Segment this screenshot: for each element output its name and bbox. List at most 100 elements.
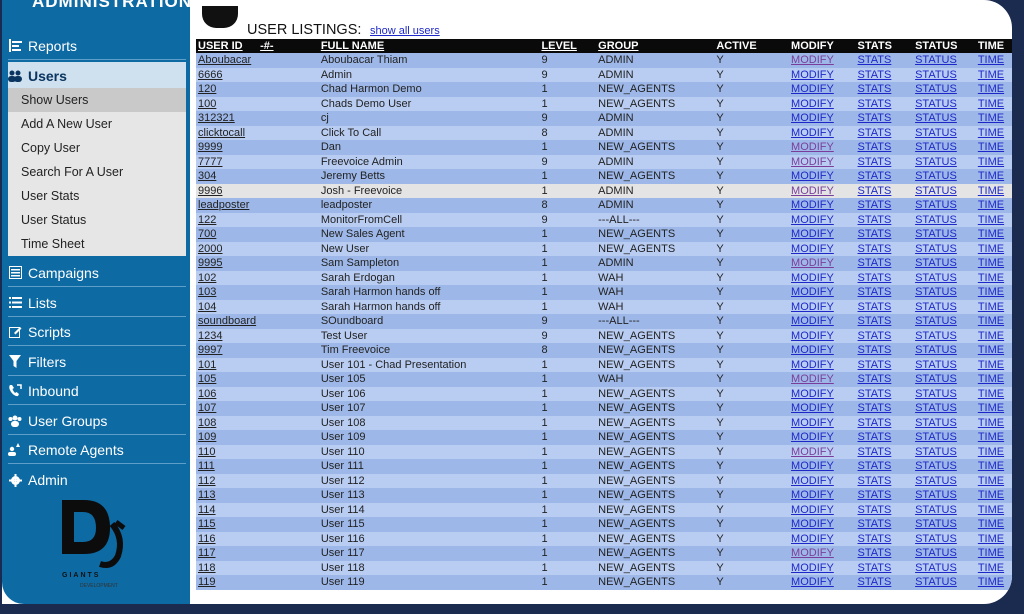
status-link[interactable]: STATUS xyxy=(915,170,957,182)
time-link[interactable]: TIME xyxy=(978,330,1004,342)
user-id-link[interactable]: soundboard xyxy=(198,315,256,327)
status-link[interactable]: STATUS xyxy=(915,533,957,545)
time-link[interactable]: TIME xyxy=(978,286,1004,298)
user-id-link[interactable]: 112 xyxy=(198,475,216,487)
modify-link[interactable]: MODIFY xyxy=(791,112,834,124)
status-link[interactable]: STATUS xyxy=(915,547,957,559)
stats-link[interactable]: STATS xyxy=(858,431,892,443)
col-group[interactable]: GROUP xyxy=(596,39,715,53)
submenu-copy-user[interactable]: Copy User xyxy=(8,136,186,160)
time-link[interactable]: TIME xyxy=(978,199,1004,211)
stats-link[interactable]: STATS xyxy=(858,446,892,458)
user-id-link[interactable]: Aboubacar xyxy=(198,54,251,66)
modify-link[interactable]: MODIFY xyxy=(791,504,834,516)
sidebar-item-inbound[interactable]: Inbound xyxy=(8,377,186,405)
time-link[interactable]: TIME xyxy=(978,373,1004,385)
sidebar-item-scripts[interactable]: Scripts xyxy=(8,318,186,346)
time-link[interactable]: TIME xyxy=(978,446,1004,458)
user-id-link[interactable]: 117 xyxy=(198,547,216,559)
modify-link[interactable]: MODIFY xyxy=(791,562,834,574)
submenu-search-user[interactable]: Search For A User xyxy=(8,160,186,184)
modify-link[interactable]: MODIFY xyxy=(791,301,834,313)
time-link[interactable]: TIME xyxy=(978,228,1004,240)
user-id-link[interactable]: leadposter xyxy=(198,199,249,211)
status-link[interactable]: STATUS xyxy=(915,460,957,472)
status-link[interactable]: STATUS xyxy=(915,373,957,385)
stats-link[interactable]: STATS xyxy=(858,315,892,327)
sidebar-item-filters[interactable]: Filters xyxy=(8,348,186,376)
stats-link[interactable]: STATS xyxy=(858,83,892,95)
time-link[interactable]: TIME xyxy=(978,417,1004,429)
status-link[interactable]: STATUS xyxy=(915,489,957,501)
time-link[interactable]: TIME xyxy=(978,272,1004,284)
user-id-link[interactable]: 9999 xyxy=(198,141,222,153)
time-link[interactable]: TIME xyxy=(978,489,1004,501)
stats-link[interactable]: STATS xyxy=(858,54,892,66)
stats-link[interactable]: STATS xyxy=(858,460,892,472)
time-link[interactable]: TIME xyxy=(978,185,1004,197)
modify-link[interactable]: MODIFY xyxy=(791,257,834,269)
stats-link[interactable]: STATS xyxy=(858,504,892,516)
user-id-link[interactable]: 107 xyxy=(198,402,216,414)
status-link[interactable]: STATUS xyxy=(915,156,957,168)
time-link[interactable]: TIME xyxy=(978,214,1004,226)
modify-link[interactable]: MODIFY xyxy=(791,431,834,443)
user-id-link[interactable]: 108 xyxy=(198,417,216,429)
user-id-link[interactable]: 114 xyxy=(198,504,216,516)
col-user-id[interactable]: USER ID xyxy=(196,39,259,53)
time-link[interactable]: TIME xyxy=(978,475,1004,487)
status-link[interactable]: STATUS xyxy=(915,185,957,197)
sidebar-item-remote-agents[interactable]: Remote Agents xyxy=(8,436,186,464)
modify-link[interactable]: MODIFY xyxy=(791,54,834,66)
user-id-link[interactable]: 2000 xyxy=(198,243,222,255)
modify-link[interactable]: MODIFY xyxy=(791,272,834,284)
stats-link[interactable]: STATS xyxy=(858,402,892,414)
modify-link[interactable]: MODIFY xyxy=(791,243,834,255)
user-id-link[interactable]: 100 xyxy=(198,98,216,110)
modify-link[interactable]: MODIFY xyxy=(791,359,834,371)
submenu-add-user[interactable]: Add A New User xyxy=(8,112,186,136)
user-id-link[interactable]: 110 xyxy=(198,446,216,458)
time-link[interactable]: TIME xyxy=(978,83,1004,95)
user-id-link[interactable]: 120 xyxy=(198,83,216,95)
time-link[interactable]: TIME xyxy=(978,54,1004,66)
modify-link[interactable]: MODIFY xyxy=(791,330,834,342)
stats-link[interactable]: STATS xyxy=(858,243,892,255)
time-link[interactable]: TIME xyxy=(978,170,1004,182)
modify-link[interactable]: MODIFY xyxy=(791,446,834,458)
time-link[interactable]: TIME xyxy=(978,69,1004,81)
user-id-link[interactable]: 105 xyxy=(198,373,216,385)
col-number[interactable]: -#- xyxy=(258,39,319,53)
status-link[interactable]: STATUS xyxy=(915,199,957,211)
modify-link[interactable]: MODIFY xyxy=(791,518,834,530)
user-id-link[interactable]: 104 xyxy=(198,301,216,313)
modify-link[interactable]: MODIFY xyxy=(791,417,834,429)
status-link[interactable]: STATUS xyxy=(915,475,957,487)
stats-link[interactable]: STATS xyxy=(858,112,892,124)
user-id-link[interactable]: 304 xyxy=(198,170,216,182)
time-link[interactable]: TIME xyxy=(978,359,1004,371)
submenu-time-sheet[interactable]: Time Sheet xyxy=(8,232,186,256)
sidebar-item-users[interactable]: Users xyxy=(8,62,186,90)
modify-link[interactable]: MODIFY xyxy=(791,344,834,356)
user-id-link[interactable]: 7777 xyxy=(198,156,222,168)
user-id-link[interactable]: 6666 xyxy=(198,69,222,81)
stats-link[interactable]: STATS xyxy=(858,156,892,168)
status-link[interactable]: STATUS xyxy=(915,83,957,95)
modify-link[interactable]: MODIFY xyxy=(791,475,834,487)
time-link[interactable]: TIME xyxy=(978,460,1004,472)
stats-link[interactable]: STATS xyxy=(858,489,892,501)
show-all-users-link[interactable]: show all users xyxy=(370,25,440,37)
submenu-user-status[interactable]: User Status xyxy=(8,208,186,232)
user-id-link[interactable]: 102 xyxy=(198,272,216,284)
modify-link[interactable]: MODIFY xyxy=(791,185,834,197)
user-id-link[interactable]: 119 xyxy=(198,576,216,588)
status-link[interactable]: STATUS xyxy=(915,446,957,458)
time-link[interactable]: TIME xyxy=(978,518,1004,530)
submenu-user-stats[interactable]: User Stats xyxy=(8,184,186,208)
modify-link[interactable]: MODIFY xyxy=(791,228,834,240)
time-link[interactable]: TIME xyxy=(978,547,1004,559)
stats-link[interactable]: STATS xyxy=(858,127,892,139)
stats-link[interactable]: STATS xyxy=(858,228,892,240)
user-id-link[interactable]: 122 xyxy=(198,214,216,226)
